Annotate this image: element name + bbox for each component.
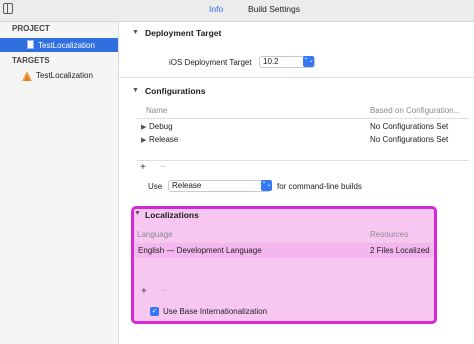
popup-chevron-icon[interactable]: ⌃⌄ [261,180,272,191]
table-row[interactable]: ▶ Debug No Configurations Set [137,121,469,133]
remove-localization-button[interactable]: − [160,286,166,297]
localizations-title: Localizations [145,210,199,220]
config-name: Release [149,135,179,144]
project-file-icon [27,40,34,49]
project-header: PROJECT [12,24,50,33]
command-line-config-value: Release [172,181,202,190]
configurations-title: Configurations [145,86,206,96]
localizations-disclosure-icon[interactable]: ▼ [134,210,141,217]
remove-configuration-button[interactable]: − [160,162,166,173]
targets-header: TARGETS [12,56,50,65]
column-header-language[interactable]: Language [137,230,173,239]
base-internationalization-checkbox[interactable]: ✓ [150,307,159,316]
resources-cell: 2 Files Localized [370,246,430,255]
tab-build-settings[interactable]: Build Settings [248,4,300,14]
sidebar-item-target-label[interactable]: TestLocalization [36,71,93,80]
add-localization-button[interactable]: + [141,286,147,297]
configurations-disclosure-icon[interactable]: ▼ [132,87,139,94]
column-header-based-on[interactable]: Based on Configuration... [370,106,460,115]
command-line-config-popup[interactable]: Release [168,180,271,192]
language-cell: English — Development Language [138,246,262,255]
app-target-icon [22,71,32,81]
use-label: Use [148,182,163,191]
config-value: No Configurations Set [370,135,449,144]
deployment-disclosure-icon[interactable]: ▼ [132,29,139,36]
config-name: Debug [149,122,173,131]
base-internationalization-label: Use Base Internationalization [163,307,268,316]
divider [137,160,469,161]
popup-chevron-icon[interactable]: ⌃⌄ [303,56,314,67]
use-suffix-label: for command-line builds [277,182,362,191]
deployment-target-title: Deployment Target [145,28,222,38]
navigator-toggle-icon[interactable] [3,3,13,14]
editor-tab-bar: Info Build Settings [0,0,474,22]
tab-info[interactable]: Info [209,4,223,14]
ios-deployment-label: iOS Deployment Target [169,58,252,67]
ios-deployment-value: 10.2 [263,57,279,66]
divider [119,77,474,78]
config-value: No Configurations Set [370,122,449,131]
column-header-resources[interactable]: Resources [370,230,408,239]
row-expand-icon[interactable]: ▶ [141,136,146,144]
row-expand-icon[interactable]: ▶ [141,123,146,131]
add-configuration-button[interactable]: + [140,162,146,173]
sidebar-item-project-label[interactable]: TestLocalization [38,41,95,50]
table-row[interactable]: ▶ Release No Configurations Set [137,134,469,146]
project-target-sidebar: PROJECT TestLocalization TARGETS TestLoc… [0,22,119,344]
column-header-name[interactable]: Name [146,106,167,115]
divider [137,118,469,119]
